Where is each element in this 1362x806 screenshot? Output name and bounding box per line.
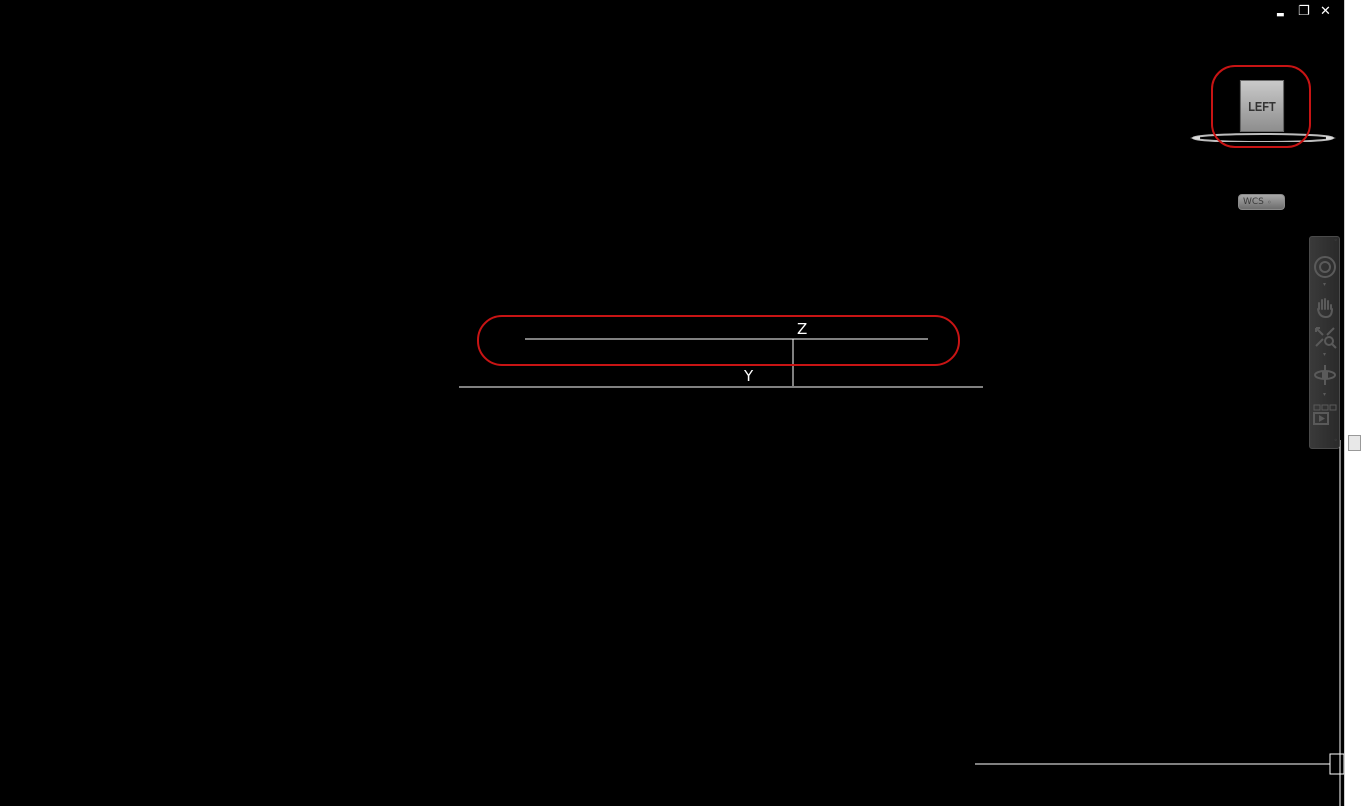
pickbox (1329, 753, 1345, 775)
ucs-menu-caret-icon: ◦ (1266, 197, 1272, 207)
drawing-lines (459, 315, 1345, 806)
navbar-close-icon[interactable]: ◦ (1334, 238, 1338, 244)
restore-icon: ❐ (1298, 4, 1310, 19)
drawing-viewport[interactable]: Z Y LEFT WCS ◦ ▾ ▾ ▾ ◦ ◦ (0, 0, 1345, 806)
ucs-y-label: Y (744, 367, 754, 385)
viewcube[interactable]: LEFT (1190, 62, 1336, 154)
minimize-button[interactable]: ▬ (1276, 8, 1288, 20)
ucs-menu-label: WCS (1243, 197, 1264, 207)
minimize-icon: ▬ (1276, 10, 1285, 20)
window-controls: ▬ ❐ ✕ (1276, 4, 1332, 21)
restore-button[interactable]: ❐ (1298, 4, 1310, 20)
viewcube-compass-ring[interactable] (1190, 132, 1336, 142)
ucs-menu-button[interactable]: WCS ◦ (1238, 194, 1285, 210)
close-button[interactable]: ✕ (1320, 4, 1332, 20)
navigation-bar: ▾ ▾ ▾ ◦ ◦ (1309, 236, 1340, 449)
orbit-caret-icon[interactable]: ▾ (1323, 392, 1327, 398)
showmotion-icon[interactable] (1313, 403, 1337, 427)
zoom-caret-icon[interactable]: ▾ (1323, 352, 1327, 358)
steering-wheel-caret-icon[interactable]: ▾ (1323, 282, 1327, 288)
ucs-highlight-ring (477, 315, 960, 366)
vertical-scrollbar[interactable] (1344, 0, 1362, 806)
viewcube-face-left[interactable]: LEFT (1239, 80, 1285, 132)
vertical-scrollbar-thumb[interactable] (1348, 435, 1361, 451)
navbar-options-icon[interactable]: ◦ (1334, 438, 1338, 444)
close-icon: ✕ (1320, 4, 1331, 19)
zoom-extents-icon[interactable] (1313, 325, 1337, 349)
steering-wheel-icon[interactable] (1313, 255, 1337, 279)
ucs-z-label: Z (797, 320, 808, 338)
orbit-icon[interactable] (1313, 363, 1337, 387)
pan-icon[interactable] (1313, 295, 1337, 319)
